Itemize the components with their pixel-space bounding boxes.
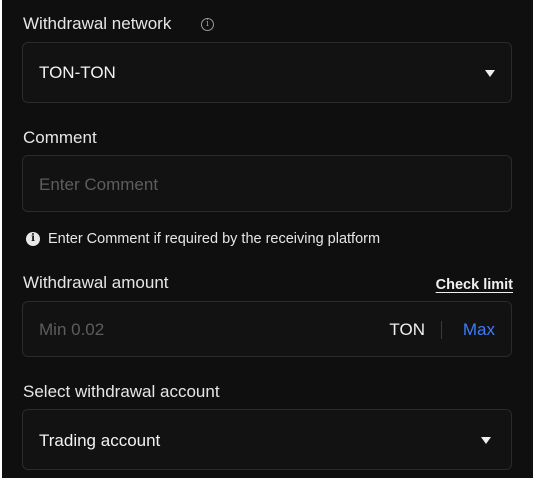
info-outline-icon[interactable]: i [201,18,214,31]
max-button[interactable]: Max [463,320,495,340]
withdrawal-account-label: Select withdrawal account [23,382,220,401]
amount-unit: TON [389,320,425,339]
unit-divider [441,321,442,339]
account-select-value: Trading account [39,431,161,450]
comment-note: Enter Comment if required by the receivi… [48,231,381,247]
check-limit-link[interactable]: Check limit [436,277,513,293]
info-filled-icon: i [26,232,40,246]
withdrawal-amount-label: Withdrawal amount [23,273,169,292]
caret-down-icon [485,70,495,77]
withdrawal-network-label-text: Withdrawal network [23,14,172,33]
comment-placeholder: Enter Comment [39,175,159,194]
comment-input[interactable]: Enter Comment [22,155,512,212]
withdrawal-form: Withdrawal network i TON-TON Comment Ent… [2,0,533,478]
amount-placeholder: Min 0.02 [39,320,105,339]
amount-input[interactable]: Min 0.02 TON Max [22,301,512,357]
comment-label: Comment [23,128,97,147]
withdrawal-network-label: Withdrawal network [23,14,171,34]
network-select-value: TON-TON [39,63,116,82]
network-select[interactable]: TON-TON [22,42,512,103]
caret-down-icon [481,437,491,444]
account-select[interactable]: Trading account [22,409,512,470]
